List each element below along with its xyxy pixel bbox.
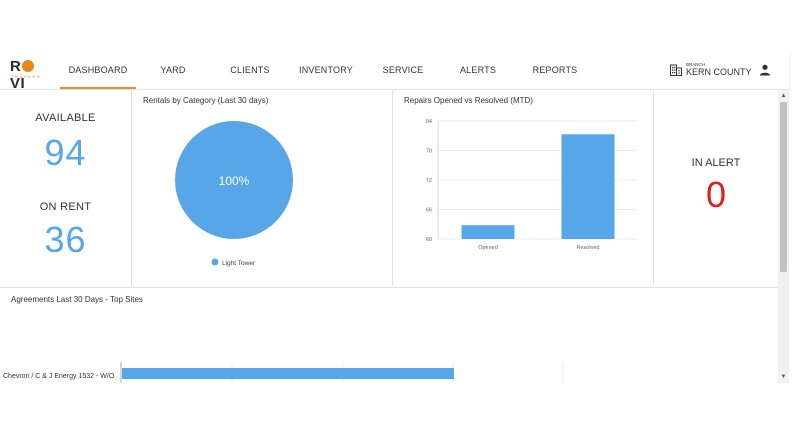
on-rent-label: ON RENT bbox=[39, 201, 92, 213]
branch-name: KERN COUNTY bbox=[686, 67, 752, 77]
agreements-bar-chart: Chevron / C & J Energy 1532 - W/O bbox=[3, 362, 564, 383]
repairs-panel: Repairs Opened vs Resolved (MTD) 60 66 72 7… bbox=[393, 90, 654, 286]
availability-panel: AVAILABLE 94 ON RENT 36 bbox=[0, 90, 132, 286]
page-scrollbar[interactable]: ▲ ▼ bbox=[778, 90, 789, 383]
bar-opened[interactable] bbox=[461, 225, 515, 239]
bar-resolved[interactable] bbox=[561, 134, 615, 239]
site-label: Chevron / C & J Energy 1532 - W/O bbox=[3, 373, 115, 380]
agreements-panel: Agreements Last 30 Days - Top Sites Chev… bbox=[0, 287, 778, 383]
on-rent-count[interactable]: 36 bbox=[0, 219, 131, 261]
legend-swatch bbox=[211, 258, 219, 266]
building-icon bbox=[670, 64, 682, 76]
y-tick-label: 60 bbox=[426, 237, 432, 243]
scrollbar-thumb[interactable] bbox=[780, 102, 787, 272]
scroll-up-icon[interactable]: ▲ bbox=[778, 92, 789, 101]
tab-reports[interactable]: REPORTS bbox=[528, 50, 582, 89]
tab-dashboard[interactable]: DASHBOARD bbox=[60, 50, 136, 89]
rentals-by-category-panel: Rentals by Category (Last 30 days) 100% L… bbox=[132, 90, 393, 286]
available-count[interactable]: 94 bbox=[0, 132, 131, 174]
y-tick-label: 66 bbox=[426, 208, 432, 214]
brand-tagline: TRACKER bbox=[11, 74, 42, 79]
x-tick-label: Opened bbox=[478, 245, 498, 251]
repairs-chart-title: Repairs Opened vs Resolved (MTD) bbox=[404, 96, 533, 105]
tab-inventory[interactable]: INVENTORY bbox=[297, 50, 355, 89]
tab-yard[interactable]: YARD bbox=[150, 50, 196, 89]
alert-panel: IN ALERT 0 bbox=[654, 90, 778, 286]
y-tick-label: 72 bbox=[426, 178, 432, 184]
y-tick-label: 84 bbox=[426, 119, 432, 125]
user-account-icon[interactable] bbox=[759, 64, 771, 76]
y-tick-label: 78 bbox=[426, 149, 432, 155]
brand-logo[interactable]: RVI TRACKER bbox=[10, 58, 50, 92]
tab-clients[interactable]: CLIENTS bbox=[224, 50, 276, 89]
available-label: AVAILABLE bbox=[35, 112, 96, 124]
in-alert-count[interactable]: 0 bbox=[654, 174, 778, 216]
scroll-down-icon[interactable]: ▼ bbox=[778, 373, 789, 382]
pie-data-label: 100% bbox=[219, 174, 250, 188]
tab-service[interactable]: SERVICE bbox=[378, 50, 428, 89]
top-navbar: RVI TRACKER DASHBOARD YARD CLIENTS INVEN… bbox=[0, 50, 789, 92]
legend-label: Light Tower bbox=[222, 260, 256, 267]
tab-alerts[interactable]: ALERTS bbox=[455, 50, 501, 89]
rentals-pie-chart: 100% Light Tower bbox=[175, 121, 293, 267]
repairs-bar-chart: 60 66 72 78 84 Opened Resolved bbox=[426, 119, 638, 251]
x-tick-label: Resolved bbox=[577, 245, 600, 251]
in-alert-label: IN ALERT bbox=[691, 157, 741, 169]
agreement-bar[interactable] bbox=[122, 368, 454, 379]
